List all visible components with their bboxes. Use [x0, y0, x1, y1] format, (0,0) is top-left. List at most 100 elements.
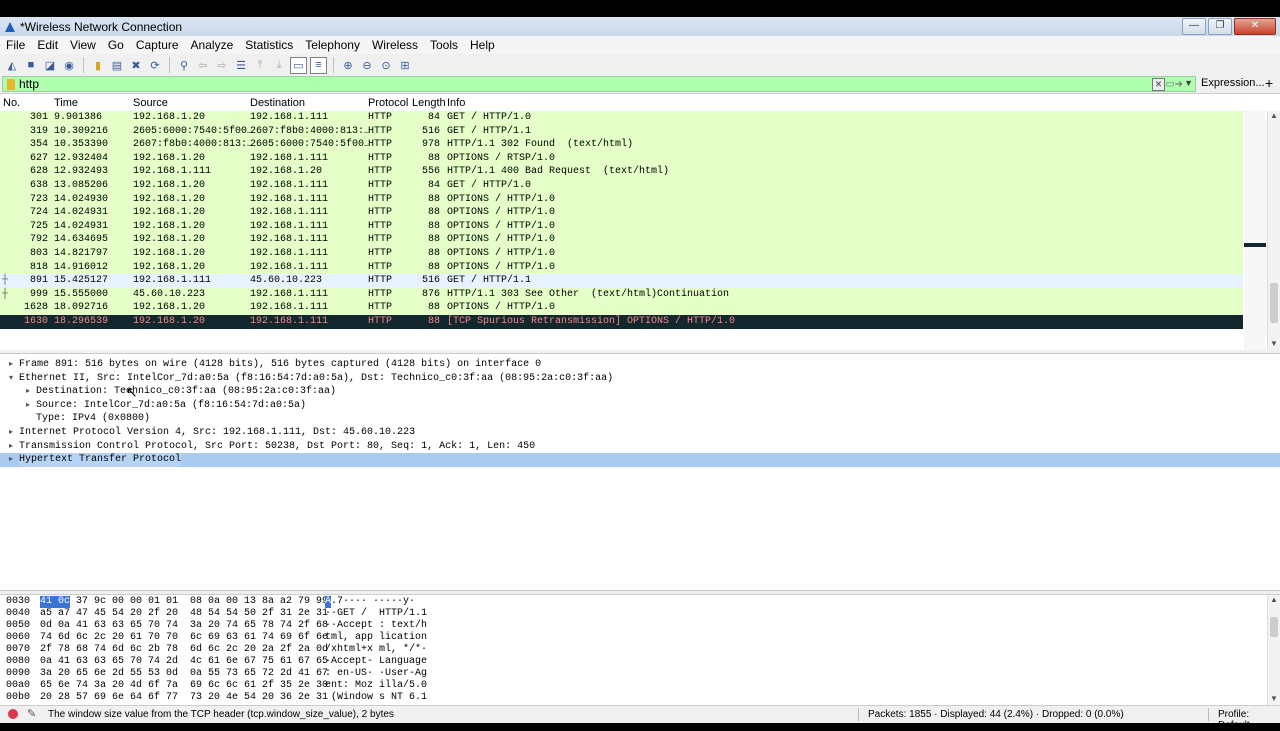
- capture-comment-icon[interactable]: ✎: [27, 707, 36, 720]
- hex-row[interactable]: 0030 41 0c 37 9c 00 00 01 01 08 0a 00 13 …: [0, 596, 1260, 608]
- scroll-down-icon[interactable]: ▼: [1268, 339, 1280, 350]
- minimize-button[interactable]: —: [1182, 18, 1206, 35]
- last-packet-icon[interactable]: ⤓: [271, 57, 287, 73]
- hex-bytes[interactable]: 0a 41 63 63 65 70 74 2d 4c 61 6e 67 75 6…: [40, 656, 328, 668]
- tree-item[interactable]: ▸ Destination: Technico_c0:3f:aa (08:95:2…: [0, 385, 1280, 399]
- maximize-button[interactable]: ❐: [1208, 18, 1232, 35]
- add-filter-button[interactable]: +: [1265, 75, 1273, 91]
- open-file-icon[interactable]: ▮: [90, 57, 106, 73]
- expand-arrow-icon[interactable]: ▸: [9, 426, 13, 440]
- menu-wireless[interactable]: Wireless: [366, 38, 424, 52]
- colorize-icon[interactable]: ≡: [310, 56, 327, 74]
- ascii-text[interactable]: ent: Moz illa/5.0: [325, 680, 427, 692]
- display-filter-input[interactable]: [19, 77, 1119, 91]
- go-to-packet-icon[interactable]: ☰: [233, 57, 249, 73]
- expand-arrow-icon[interactable]: ▸: [9, 440, 13, 454]
- hex-bytes[interactable]: 37 9c 00 00 01 01 08 0a 00 13 8a a2 79 9…: [70, 596, 328, 608]
- zoom-out-icon[interactable]: ⊖: [359, 57, 375, 73]
- column-info[interactable]: Info: [447, 97, 465, 109]
- table-row[interactable]: 1630 18.296539 192.168.1.20 192.168.1.111 HT…: [0, 315, 1243, 329]
- scroll-down-icon[interactable]: ▼: [1268, 694, 1280, 705]
- menu-statistics[interactable]: Statistics: [239, 38, 299, 52]
- first-packet-icon[interactable]: ⤒: [252, 57, 268, 73]
- table-row[interactable]: 725 14.024931 192.168.1.20 192.168.1.111 HTT…: [0, 219, 1243, 234]
- hex-row[interactable]: 0080 0a 41 63 63 65 70 74 2d 4c 61 6e 67 …: [0, 656, 1260, 668]
- hex-row[interactable]: 00a0 65 6e 74 3a 20 4d 6f 7a 69 6c 6c 61 …: [0, 680, 1260, 692]
- table-row[interactable]: ┼ 999 15.555000 45.60.10.223 192.168.1.111 HT…: [0, 287, 1243, 302]
- column-protocol[interactable]: Protocol: [368, 97, 408, 109]
- expand-arrow-icon[interactable]: ▸: [26, 385, 30, 399]
- save-file-icon[interactable]: ▤: [109, 57, 125, 73]
- table-row[interactable]: 638 13.085206 192.168.1.20 192.168.1.111 HTT…: [0, 179, 1243, 193]
- column-destination[interactable]: Destination: [250, 97, 305, 109]
- hex-bytes[interactable]: 74 6d 6c 2c 20 61 70 70 6c 69 63 61 74 6…: [40, 632, 328, 644]
- menu-tools[interactable]: Tools: [424, 38, 464, 52]
- ascii-text[interactable]: .7···· ·····y·: [331, 596, 415, 608]
- start-capture-icon[interactable]: ◭: [4, 57, 20, 73]
- table-row[interactable]: ┼ 891 15.425127 192.168.1.111 45.60.10.223 HT…: [0, 274, 1243, 288]
- apply-filter-icon[interactable]: ▭➜: [1165, 79, 1183, 90]
- packet-list-scrollbar[interactable]: ▲ ▼: [1267, 111, 1280, 350]
- table-row[interactable]: 627 12.932404 192.168.1.20 192.168.1.111 HTT…: [0, 151, 1243, 166]
- menu-go[interactable]: Go: [102, 38, 130, 52]
- scroll-up-icon[interactable]: ▲: [1268, 111, 1280, 122]
- ascii-text[interactable]: /xhtml+x ml, */*·: [325, 644, 427, 656]
- table-row[interactable]: 792 14.634695 192.168.1.20 192.168.1.111 HTT…: [0, 233, 1243, 247]
- packet-minimap[interactable]: [1244, 111, 1266, 350]
- find-packet-icon[interactable]: ⚲: [176, 57, 192, 73]
- menu-help[interactable]: Help: [464, 38, 501, 52]
- column-time[interactable]: Time: [54, 97, 78, 109]
- go-forward-icon[interactable]: ⇨: [214, 57, 230, 73]
- expand-arrow-icon[interactable]: ▸: [9, 358, 13, 372]
- collapse-arrow-icon[interactable]: ▾: [9, 372, 13, 386]
- table-row[interactable]: 1628 18.092716 192.168.1.20 192.168.1.111 HT…: [0, 301, 1243, 315]
- menu-view[interactable]: View: [64, 38, 102, 52]
- table-row[interactable]: 818 14.916012 192.168.1.20 192.168.1.111 HTT…: [0, 260, 1243, 275]
- hex-row[interactable]: 0060 74 6d 6c 2c 20 61 70 70 6c 69 63 61 …: [0, 632, 1260, 644]
- ascii-text[interactable]: ··Accept : text/h: [325, 620, 427, 632]
- tree-item[interactable]: ▸ Transmission Control Protocol, Src Port…: [0, 440, 1280, 454]
- menu-telephony[interactable]: Telephony: [299, 38, 366, 52]
- bookmark-icon[interactable]: [7, 78, 15, 90]
- table-row[interactable]: 724 14.024931 192.168.1.20 192.168.1.111 HTT…: [0, 206, 1243, 220]
- tree-item[interactable]: ▸ Frame 891: 516 bytes on wire (4128 bits…: [0, 358, 1280, 372]
- hex-bytes[interactable]: a5 a7 47 45 54 20 2f 20 48 54 54 50 2f 3…: [40, 608, 328, 620]
- tree-item[interactable]: ▸ Internet Protocol Version 4, Src: 192.1…: [0, 426, 1280, 440]
- table-row[interactable]: 628 12.932493 192.168.1.111 192.168.1.20 HTT…: [0, 165, 1243, 179]
- hex-row[interactable]: 0040 a5 a7 47 45 54 20 2f 20 48 54 54 50 …: [0, 608, 1260, 620]
- packet-details[interactable]: ▸ Frame 891: 516 bytes on wire (4128 bits…: [0, 353, 1280, 591]
- hex-bytes[interactable]: 0d 0a 41 63 63 65 70 74 3a 20 74 65 78 7…: [40, 620, 328, 632]
- zoom-in-icon[interactable]: ⊕: [340, 57, 356, 73]
- table-row[interactable]: 319 10.309216 2605:6000:7540:5f00… 2607:f8b…: [0, 124, 1243, 139]
- hex-bytes[interactable]: 3a 20 65 6e 2d 55 53 0d 0a 55 73 65 72 2…: [40, 668, 328, 680]
- column-source[interactable]: Source: [133, 97, 168, 109]
- close-file-icon[interactable]: ✖: [128, 57, 144, 73]
- restart-capture-icon[interactable]: ◪: [42, 57, 58, 73]
- expand-arrow-icon[interactable]: ▸: [26, 399, 30, 413]
- table-row[interactable]: 301 9.901386 192.168.1.20 192.168.1.111 HTTP…: [0, 111, 1243, 125]
- hex-row[interactable]: 00b0 20 28 57 69 6e 64 6f 77 73 20 4e 54 …: [0, 692, 1260, 704]
- autoscroll-icon[interactable]: ▭: [290, 56, 307, 74]
- ascii-text[interactable]: ··GET / HTTP/1.1: [325, 608, 427, 620]
- column-length[interactable]: Length: [412, 97, 446, 109]
- resize-columns-icon[interactable]: ⊞: [397, 57, 413, 73]
- hex-row[interactable]: 0090 3a 20 65 6e 2d 55 53 0d 0a 55 73 65 …: [0, 668, 1260, 680]
- menu-capture[interactable]: Capture: [130, 38, 185, 52]
- clear-filter-icon[interactable]: ✕: [1152, 78, 1165, 91]
- tree-item[interactable]: ▸ Hypertext Transfer Protocol: [0, 453, 1280, 467]
- hex-bytes[interactable]: 2f 78 68 74 6d 6c 2b 78 6d 6c 2c 20 2a 2…: [40, 644, 328, 656]
- ascii-text[interactable]: : en-US· ·User-Ag: [325, 668, 427, 680]
- ascii-text[interactable]: tml, app lication: [325, 632, 427, 644]
- menu-file[interactable]: File: [0, 38, 31, 52]
- table-row[interactable]: 354 10.353390 2607:f8b0:4000:813:… 2605:600…: [0, 138, 1243, 152]
- scroll-thumb[interactable]: [1270, 617, 1278, 637]
- hex-row[interactable]: 0070 2f 78 68 74 6d 6c 2b 78 6d 6c 2c 20 …: [0, 644, 1260, 656]
- expression-button[interactable]: Expression...: [1201, 77, 1265, 89]
- zoom-normal-icon[interactable]: ⊙: [378, 57, 394, 73]
- reload-icon[interactable]: ⟳: [147, 57, 163, 73]
- stop-capture-icon[interactable]: ■: [23, 57, 39, 73]
- ascii-text[interactable]: (Window s NT 6.1: [325, 692, 427, 704]
- table-row[interactable]: 723 14.024930 192.168.1.20 192.168.1.111 HTT…: [0, 192, 1243, 207]
- hex-bytes[interactable]: 20 28 57 69 6e 64 6f 77 73 20 4e 54 20 3…: [40, 692, 328, 704]
- packet-list[interactable]: No. Time Source Destination Protocol Len…: [0, 93, 1280, 350]
